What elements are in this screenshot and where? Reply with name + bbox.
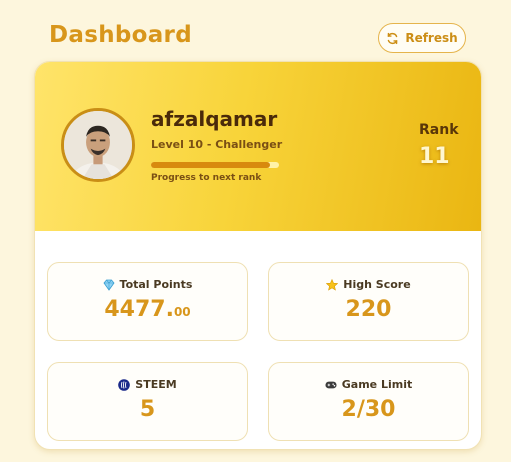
progress-label: Progress to next rank	[151, 173, 262, 183]
game-limit-value: 2/30	[341, 397, 396, 422]
level-text: Level 10 - Challenger	[151, 138, 283, 151]
refresh-icon	[388, 32, 398, 44]
rank-progress-fill	[151, 162, 271, 168]
profile-card: afzalqamar Level 10 - Challenger Progres…	[34, 61, 482, 450]
total-points-label: Total Points	[119, 278, 193, 291]
steem-value: 5	[139, 397, 156, 422]
steem-icon	[118, 378, 131, 391]
refresh-button[interactable]: Refresh	[378, 23, 466, 53]
rank-value: 11	[419, 144, 450, 169]
avatar-image	[64, 111, 132, 179]
game-limit-label: Game Limit	[341, 378, 413, 391]
stat-high-score: High Score 220	[268, 262, 469, 341]
rank-label: Rank	[419, 122, 459, 138]
total-points-value: 4477.	[104, 297, 174, 322]
username: afzalqamar	[151, 107, 278, 131]
stat-steem: STEEM 5	[47, 362, 248, 441]
avatar[interactable]	[61, 108, 135, 182]
steem-label: STEEM	[135, 378, 177, 391]
high-score-value: 220	[345, 297, 392, 322]
refresh-label: Refresh	[405, 31, 458, 45]
star-icon	[326, 278, 339, 291]
high-score-label: High Score	[343, 278, 411, 291]
page-title: Dashboard	[49, 22, 192, 48]
gem-icon	[103, 279, 115, 291]
profile-hero: afzalqamar Level 10 - Challenger Progres…	[35, 62, 481, 231]
total-points-decimal: 00	[173, 305, 191, 319]
stat-game-limit: Game Limit 2/30	[268, 362, 469, 441]
stat-total-points: Total Points 4477.00	[47, 262, 248, 341]
gamepad-icon	[325, 381, 337, 388]
rank-progress-bar	[151, 162, 279, 168]
